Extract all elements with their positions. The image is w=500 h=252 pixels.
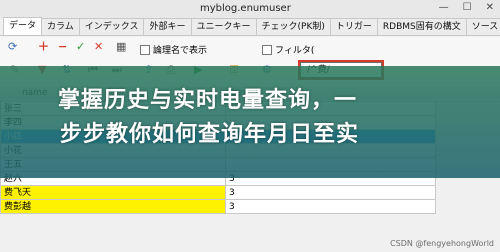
- minimize-button[interactable]: —: [439, 2, 449, 13]
- logical-name-checkbox[interactable]: [140, 44, 150, 55]
- close-button[interactable]: ✕: [486, 2, 494, 13]
- tab-indexes[interactable]: インデックス: [78, 18, 145, 35]
- cell-sex[interactable]: 3: [225, 185, 436, 200]
- cell-name[interactable]: 费飞天: [0, 185, 226, 200]
- refresh-icon[interactable]: ⟳: [8, 40, 17, 54]
- table-row-highlighted[interactable]: 费彭越 3: [0, 199, 436, 214]
- cell-sex[interactable]: 3: [225, 199, 436, 214]
- overlay-headline-line2: 步步教你如何查询年月日至实: [60, 122, 360, 147]
- logical-name-label: 論理名で表示: [153, 46, 208, 56]
- tab-checks[interactable]: チェック(PK制): [255, 18, 331, 35]
- tab-data[interactable]: データ: [3, 17, 43, 35]
- main-toolbar: ⟳ ＋ − ✓ ✕ ▦ 論理名で表示 フィルタ(: [0, 37, 500, 60]
- tab-source[interactable]: ソース: [465, 18, 500, 35]
- commit-icon[interactable]: ✓: [76, 40, 85, 54]
- logical-name-option[interactable]: 論理名で表示: [140, 43, 207, 56]
- tab-rdbms-syntax[interactable]: RDBMS固有の構文: [376, 18, 467, 35]
- delete-row-icon[interactable]: −: [58, 40, 67, 54]
- filter-option[interactable]: フィルタ(: [262, 43, 314, 56]
- grid-icon[interactable]: ▦: [116, 40, 126, 54]
- window-titlebar: myblog.enumuser — ☐ ✕: [0, 0, 500, 19]
- watermark-text: CSDN @fengyehongWorld: [390, 239, 494, 248]
- add-row-icon[interactable]: ＋: [38, 40, 49, 54]
- table-row-highlighted[interactable]: 费飞天 3: [0, 185, 436, 200]
- filter-checkbox[interactable]: [262, 44, 272, 55]
- tab-bar: データ カラム インデックス 外部キー ユニークキー チェック(PK制) トリガ…: [0, 17, 500, 36]
- tab-columns[interactable]: カラム: [41, 18, 80, 35]
- window-title: myblog.enumuser: [200, 3, 291, 14]
- filter-label: フィルタ(: [275, 46, 315, 56]
- rollback-icon[interactable]: ✕: [94, 40, 103, 54]
- cell-name[interactable]: 费彭越: [0, 199, 226, 214]
- window-controls: — ☐ ✕: [439, 2, 494, 13]
- overlay-headline-line1: 掌握历史与实时电量查询，一: [58, 88, 358, 113]
- tab-foreign-keys[interactable]: 外部キー: [143, 18, 192, 35]
- tab-unique-keys[interactable]: ユニークキー: [190, 18, 257, 35]
- maximize-button[interactable]: ☐: [463, 2, 472, 13]
- tab-triggers[interactable]: トリガー: [329, 18, 378, 35]
